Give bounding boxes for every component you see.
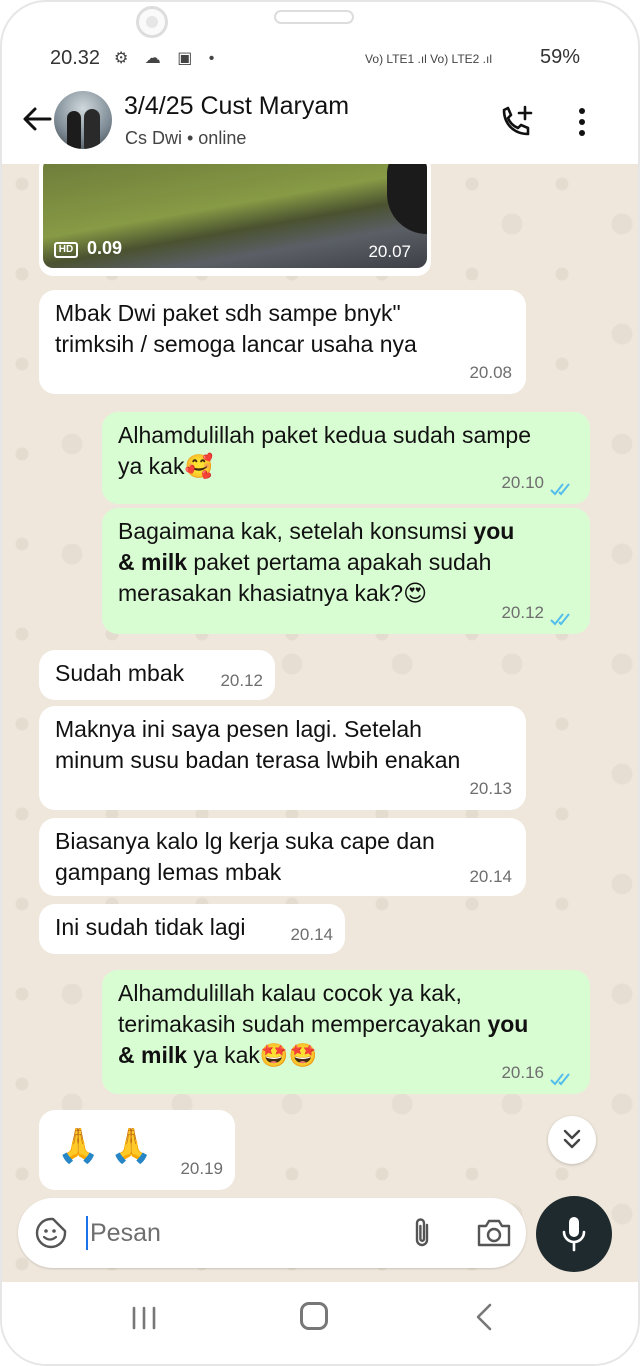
video-duration: 0.09 — [87, 238, 123, 258]
front-camera — [136, 6, 168, 38]
message-text-span: ya kak — [118, 453, 185, 479]
incoming-message[interactable]: Ini sudah tidak lagi 20.14 — [39, 904, 345, 954]
read-receipt-icon — [550, 1073, 570, 1086]
avatar-person-figure — [84, 109, 100, 149]
message-text: Sudah mbak — [55, 660, 185, 686]
video-thumbnail[interactable]: HD 0.09 20.07 — [43, 164, 427, 268]
message-text-span: merasakan khasiatnya kak? — [118, 580, 404, 606]
message-time: 20.12 — [501, 603, 544, 622]
message-text-line: Bagaimana kak, setelah konsumsi you — [118, 516, 574, 547]
incoming-message[interactable]: Maknya ini saya pesen lagi. Setelah minu… — [39, 706, 526, 810]
message-text-span: paket pertama apakah sudah — [187, 549, 492, 575]
attachment-icon[interactable] — [410, 1216, 434, 1250]
message-time: 20.14 — [469, 867, 512, 886]
text-cursor — [86, 1216, 88, 1250]
message-text: Bagaimana kak, setelah konsumsi you & mi… — [118, 516, 574, 610]
message-text-line: Biasanya kalo lg kerja suka cape dan — [55, 828, 435, 854]
chat-header: 3/4/25 Cust Maryam Cs Dwi • online — [2, 80, 638, 164]
star-struck-emoji: 🤩🤩 — [259, 1043, 318, 1069]
brand-name-text: you — [487, 1011, 529, 1037]
outgoing-message[interactable]: Bagaimana kak, setelah konsumsi you & mi… — [102, 508, 590, 634]
brand-name-text: & milk — [118, 549, 188, 575]
message-text: Biasanya kalo lg kerja suka cape dan gam… — [55, 826, 510, 888]
message-time: 20.19 — [180, 1159, 223, 1178]
heart-eyes-emoji: 😍 — [403, 581, 428, 607]
message-text-line: Maknya ini saya pesen lagi. Setelah — [55, 716, 422, 742]
recent-apps-icon[interactable] — [130, 1304, 158, 1332]
message-time: 20.10 — [501, 473, 544, 492]
message-text-line: Alhamdulillah paket kedua sudah sampe — [118, 422, 531, 448]
message-time: 20.16 — [501, 1063, 544, 1082]
message-text-span: terimakasih sudah mempercayakan — [118, 1011, 488, 1037]
brand-name-text: & milk — [118, 1042, 188, 1068]
sticker-icon[interactable] — [34, 1216, 68, 1250]
folded-hands-emoji: 🙏 🙏 — [57, 1126, 153, 1166]
incoming-message[interactable]: Sudah mbak 20.12 — [39, 650, 275, 700]
add-call-icon[interactable] — [498, 104, 534, 140]
message-text-line: & milk paket pertama apakah sudah — [118, 547, 574, 578]
chat-title[interactable]: 3/4/25 Cust Maryam — [124, 92, 349, 121]
message-text-line: Alhamdulillah kalau cocok ya kak, — [118, 980, 462, 1006]
video-message[interactable]: HD 0.09 20.07 — [39, 164, 431, 276]
chat-area[interactable]: HD 0.09 20.07 Mbak Dwi paket sdh sampe b… — [2, 164, 638, 1282]
message-text-line: minum susu badan terasa lwbih enakan — [55, 747, 461, 773]
avatar-person-figure — [67, 111, 81, 149]
message-time: 20.08 — [469, 363, 512, 382]
message-text: Maknya ini saya pesen lagi. Setelah minu… — [55, 714, 510, 776]
message-text-line: Mbak Dwi paket sdh sampe bnyk" — [55, 300, 401, 326]
smiling-hearts-emoji: 🥰 — [184, 454, 214, 480]
status-bar: 20.32 ⚙ ☁ ▣ • Vo) LTE1 .ıl Vo) LTE2 .ıl … — [2, 42, 638, 76]
message-text-span: ya kak — [187, 1042, 260, 1068]
earpiece-speaker — [274, 10, 354, 24]
message-input[interactable] — [90, 1214, 390, 1252]
camera-icon[interactable] — [476, 1218, 512, 1248]
message-text: Mbak Dwi paket sdh sampe bnyk" trimksih … — [55, 298, 510, 360]
battery-level: 59% — [539, 46, 580, 68]
message-composer — [18, 1198, 526, 1268]
message-text-span: Bagaimana kak, setelah konsumsi — [118, 518, 474, 544]
incoming-message[interactable]: Biasanya kalo lg kerja suka cape dan gam… — [39, 818, 526, 896]
double-chevron-down-icon — [563, 1129, 581, 1149]
contact-avatar[interactable] — [54, 91, 112, 149]
video-thumbnail-object — [387, 164, 427, 234]
more-options-icon[interactable] — [572, 106, 592, 138]
scroll-to-bottom-button[interactable] — [548, 1116, 596, 1164]
home-icon[interactable] — [300, 1302, 328, 1330]
message-time: 20.07 — [368, 242, 411, 261]
status-notification-icons: ⚙ ☁ ▣ • — [114, 50, 221, 67]
message-text: Ini sudah tidak lagi — [55, 914, 246, 940]
phone-frame: 20.32 ⚙ ☁ ▣ • Vo) LTE1 .ıl Vo) LTE2 .ıl … — [0, 0, 640, 1366]
message-text-line: gampang lemas mbak — [55, 859, 282, 885]
incoming-message[interactable]: Mbak Dwi paket sdh sampe bnyk" trimksih … — [39, 290, 526, 394]
back-arrow-icon[interactable] — [20, 102, 54, 136]
nav-back-icon[interactable] — [474, 1302, 494, 1332]
message-text-line: trimksih / semoga lancar usaha nya — [55, 331, 417, 357]
message-text-line: terimakasih sudah mempercayakan you — [118, 1009, 574, 1040]
network-signal-icon: Vo) LTE1 .ıl Vo) LTE2 .ıl — [365, 52, 492, 66]
message-time: 20.13 — [469, 779, 512, 798]
read-receipt-icon — [550, 483, 570, 496]
outgoing-message[interactable]: Alhamdulillah paket kedua sudah sampe ya… — [102, 412, 590, 504]
system-navigation-bar — [2, 1282, 638, 1364]
hd-badge: HD — [54, 242, 78, 258]
chat-subtitle[interactable]: Cs Dwi • online — [125, 128, 246, 149]
message-time: 20.14 — [290, 925, 333, 944]
message-time: 20.12 — [220, 671, 263, 690]
outgoing-message[interactable]: Alhamdulillah kalau cocok ya kak, terima… — [102, 970, 590, 1094]
status-time: 20.32 — [50, 47, 101, 69]
read-receipt-icon — [550, 613, 570, 626]
brand-name-text: you — [473, 518, 515, 544]
incoming-message[interactable]: 🙏 🙏 20.19 — [39, 1110, 235, 1190]
microphone-icon — [562, 1217, 586, 1252]
voice-record-button[interactable] — [536, 1196, 612, 1272]
